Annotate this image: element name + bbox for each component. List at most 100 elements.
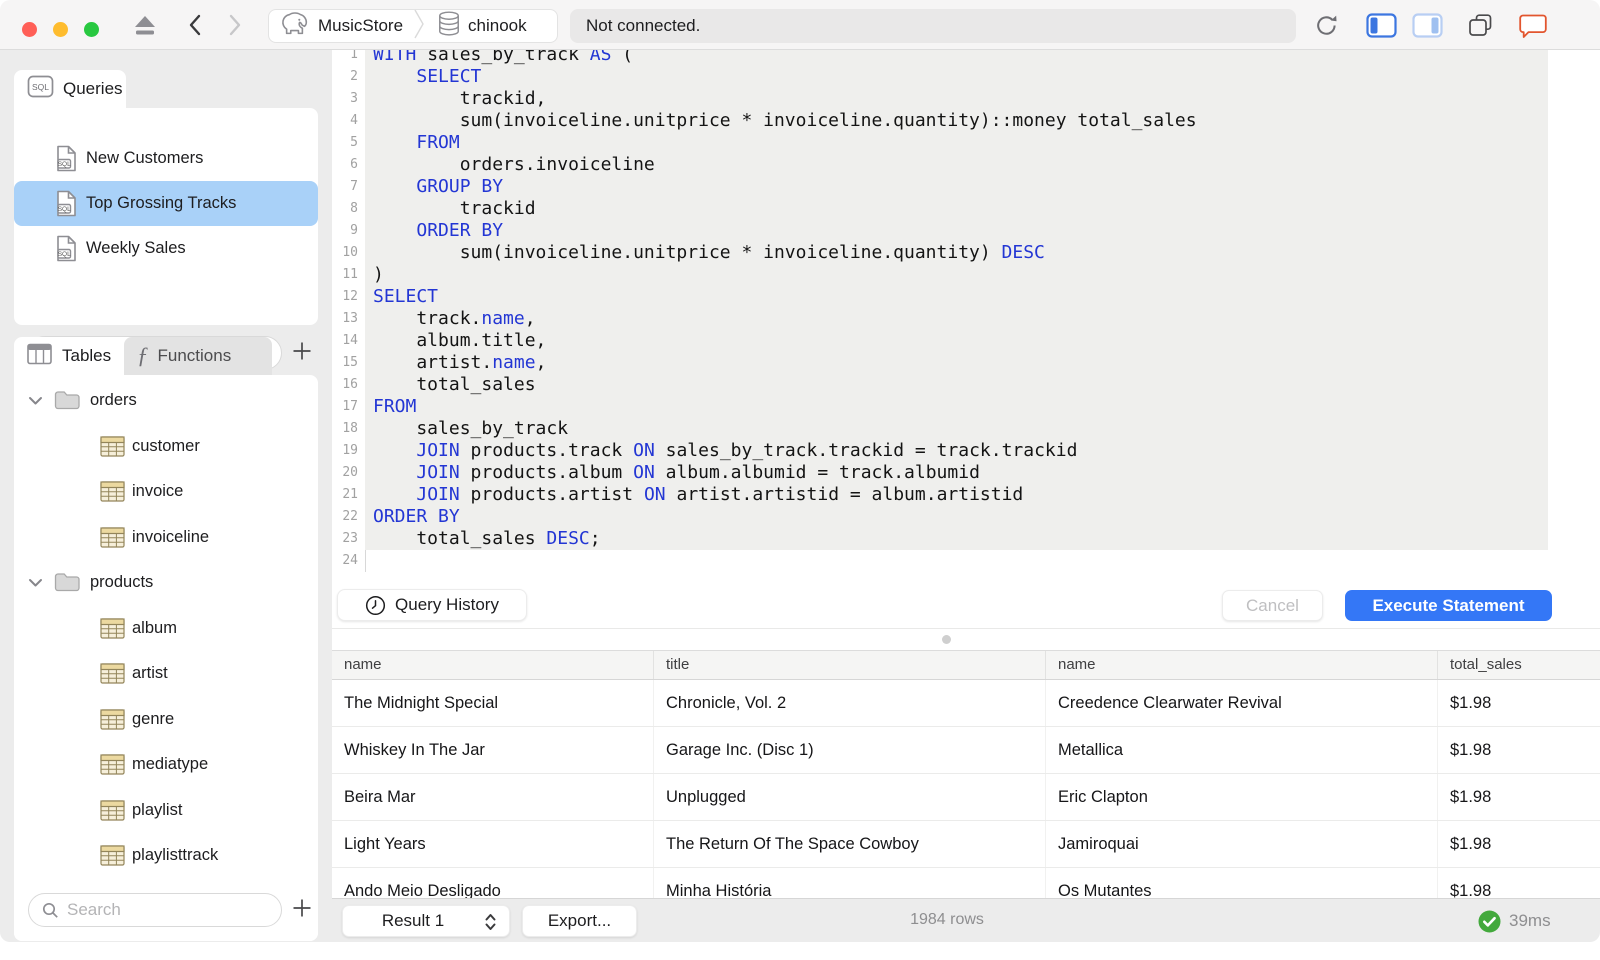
- code-line: JOIN products.track ON sales_by_track.tr…: [365, 440, 1548, 462]
- table-icon: [100, 754, 125, 775]
- query-history-label: Query History: [395, 595, 499, 614]
- result-selector[interactable]: Result 1: [342, 905, 510, 937]
- schema-panel: orders customer invoice invoiceline products…: [14, 375, 318, 941]
- tables-search-input[interactable]: [67, 900, 257, 920]
- clock-icon: [365, 595, 386, 616]
- column-header[interactable]: title: [654, 651, 1046, 679]
- forward-button[interactable]: [228, 14, 242, 41]
- reload-button[interactable]: [1313, 12, 1340, 44]
- code-token: ): [373, 264, 384, 285]
- tab-queries[interactable]: SQL Queries: [14, 70, 126, 108]
- column-header[interactable]: name: [1046, 651, 1438, 679]
- sidebar: SQL Queries SQL New Customers SQL Top Gross…: [0, 50, 332, 942]
- code-line: JOIN products.artist ON artist.artistid …: [365, 484, 1548, 506]
- line-number: 19: [342, 443, 358, 458]
- code-line: total_sales: [365, 374, 1548, 396]
- table-icon: [100, 436, 125, 457]
- table-cell: Beira Mar: [332, 774, 654, 820]
- left-sidebar-icon: [1366, 13, 1397, 43]
- code-line: artist.name,: [365, 352, 1548, 374]
- code-token: sales_by_track.trackid = track.trackid: [654, 440, 1078, 461]
- query-item-label: Weekly Sales: [86, 239, 186, 257]
- code-line: FROM: [365, 132, 1548, 154]
- tree-folder-item[interactable]: products: [14, 560, 318, 606]
- breadcrumb-connection[interactable]: MusicStore: [269, 11, 413, 42]
- code-line: ORDER BY: [365, 506, 1548, 528]
- query-list-item[interactable]: SQL Top Grossing Tracks: [14, 181, 318, 226]
- close-window-button[interactable]: [22, 22, 37, 37]
- eject-icon: [132, 14, 158, 41]
- chat-bubble-icon: [1519, 14, 1548, 44]
- table-icon: [100, 527, 125, 548]
- code-token: JOIN: [416, 484, 460, 505]
- code-token: ON: [633, 440, 655, 461]
- table-cell: Unplugged: [654, 774, 1046, 820]
- pane-splitter[interactable]: [332, 628, 1600, 650]
- new-window-button[interactable]: [1468, 13, 1495, 43]
- tree-table-item[interactable]: album: [14, 606, 318, 652]
- tab-functions[interactable]: ƒ Functions: [124, 337, 272, 375]
- right-sidebar-icon: [1412, 13, 1443, 43]
- code-line: SELECT: [365, 66, 1548, 88]
- refresh-icon: [1313, 12, 1340, 44]
- tree-folder-item[interactable]: orders: [14, 378, 318, 424]
- add-table-button[interactable]: [288, 893, 316, 927]
- tree-table-item[interactable]: genre: [14, 697, 318, 743]
- line-number: 14: [342, 333, 358, 348]
- chevron-left-icon: [188, 14, 202, 41]
- tree-table-item[interactable]: playlist: [14, 788, 318, 834]
- feedback-button[interactable]: [1519, 14, 1548, 44]
- query-history-button[interactable]: Query History: [337, 589, 527, 621]
- code-token: ;: [589, 528, 601, 549]
- code-token: AS: [589, 50, 612, 65]
- breadcrumb-database[interactable]: chinook: [425, 10, 537, 43]
- execute-statement-label: Execute Statement: [1372, 595, 1525, 615]
- code-lines: WITH sales_by_track AS ( SELECT trackid,…: [365, 50, 1548, 572]
- export-button[interactable]: Export...: [522, 905, 637, 937]
- column-header[interactable]: name: [332, 651, 654, 679]
- tree-table-item[interactable]: mediatype: [14, 742, 318, 788]
- tree-item-label: customer: [132, 436, 200, 455]
- sql-editor[interactable]: 1 2 3 4 5 6 7 8 9 10 11 12 13 14 15 16 17 18 19 20 21 22 23 24 …: [332, 50, 1600, 585]
- function-icon: ƒ: [137, 343, 149, 368]
- toggle-left-sidebar-button[interactable]: [1366, 13, 1397, 43]
- zoom-window-button[interactable]: [84, 22, 99, 37]
- back-button[interactable]: [188, 14, 202, 41]
- query-list-item[interactable]: SQL New Customers: [14, 136, 318, 181]
- code-line: FROM: [365, 396, 1548, 418]
- tree-item-label: album: [132, 618, 177, 637]
- tab-tables[interactable]: Tables: [14, 337, 124, 375]
- tree-table-item[interactable]: invoiceline: [14, 515, 318, 561]
- tables-search-box[interactable]: [28, 893, 282, 927]
- table-row[interactable]: The Midnight Special Chronicle, Vol. 2 Cre…: [332, 680, 1600, 727]
- disconnect-button[interactable]: [132, 14, 158, 41]
- query-list-item[interactable]: SQL Weekly Sales: [14, 226, 318, 271]
- code-line: trackid: [365, 198, 1548, 220]
- chevron-down-icon[interactable]: [28, 396, 43, 406]
- table-row[interactable]: Ando Meio Desligado Minha História Os Muta…: [332, 868, 1600, 898]
- line-number: 13: [342, 311, 358, 326]
- minimize-window-button[interactable]: [53, 22, 68, 37]
- tree-table-item[interactable]: invoice: [14, 469, 318, 515]
- add-query-button[interactable]: [288, 336, 316, 370]
- code-line: sum(invoiceline.unitprice * invoiceline.…: [365, 242, 1548, 264]
- cancel-button[interactable]: Cancel: [1222, 590, 1323, 621]
- toggle-right-sidebar-button[interactable]: [1412, 13, 1443, 43]
- table-row[interactable]: Light Years The Return Of The Space Cowbo…: [332, 821, 1600, 868]
- tree-table-item[interactable]: playlisttrack: [14, 833, 318, 879]
- code-token: GROUP BY: [416, 176, 504, 197]
- tree-table-item[interactable]: artist: [14, 651, 318, 697]
- tree-table-item[interactable]: customer: [14, 424, 318, 470]
- table-icon: [100, 845, 125, 866]
- execute-statement-button[interactable]: Execute Statement: [1345, 590, 1552, 621]
- svg-text:SQL: SQL: [58, 161, 71, 168]
- success-check-icon: [1478, 910, 1501, 933]
- code-line: orders.invoiceline: [365, 154, 1548, 176]
- chevron-down-icon[interactable]: [28, 578, 43, 588]
- table-row[interactable]: Beira Mar Unplugged Eric Clapton $1.98: [332, 774, 1600, 821]
- column-header[interactable]: total_sales: [1438, 651, 1562, 679]
- code-token: JOIN: [416, 440, 460, 461]
- table-row[interactable]: Whiskey In The Jar Garage Inc. (Disc 1) Me…: [332, 727, 1600, 774]
